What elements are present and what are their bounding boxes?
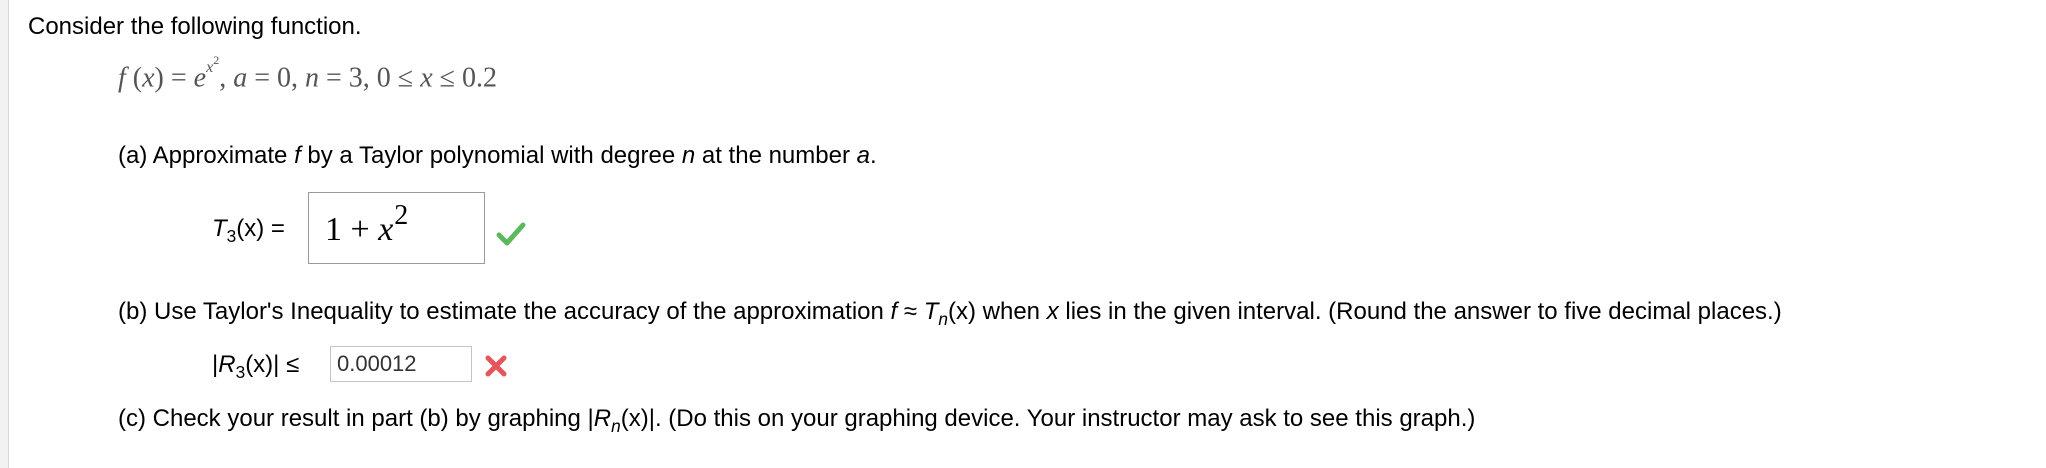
answer-expression: 1 + x2 <box>325 200 409 248</box>
correct-check-icon <box>496 222 526 246</box>
part-b-prompt: (b) Use Taylor's Inequality to estimate … <box>118 298 1782 329</box>
part-a-prompt: (a) Approximate f by a Taylor polynomial… <box>118 142 877 169</box>
r3-label: |R3(x)| ≤ <box>212 351 300 382</box>
function-formula: f (x) = ex2, a = 0, n = 3, 0 ≤ x ≤ 0.2 <box>118 53 497 94</box>
left-border <box>0 0 9 468</box>
part-c-prompt: (c) Check your result in part (b) by gra… <box>118 405 1476 436</box>
remainder-bound-input[interactable] <box>330 346 472 382</box>
problem-intro: Consider the following function. <box>28 13 362 40</box>
taylor-polynomial-answer-field[interactable]: 1 + x2 <box>308 192 485 264</box>
t3-label: T3(x) = <box>212 215 285 246</box>
incorrect-x-icon <box>485 355 507 377</box>
